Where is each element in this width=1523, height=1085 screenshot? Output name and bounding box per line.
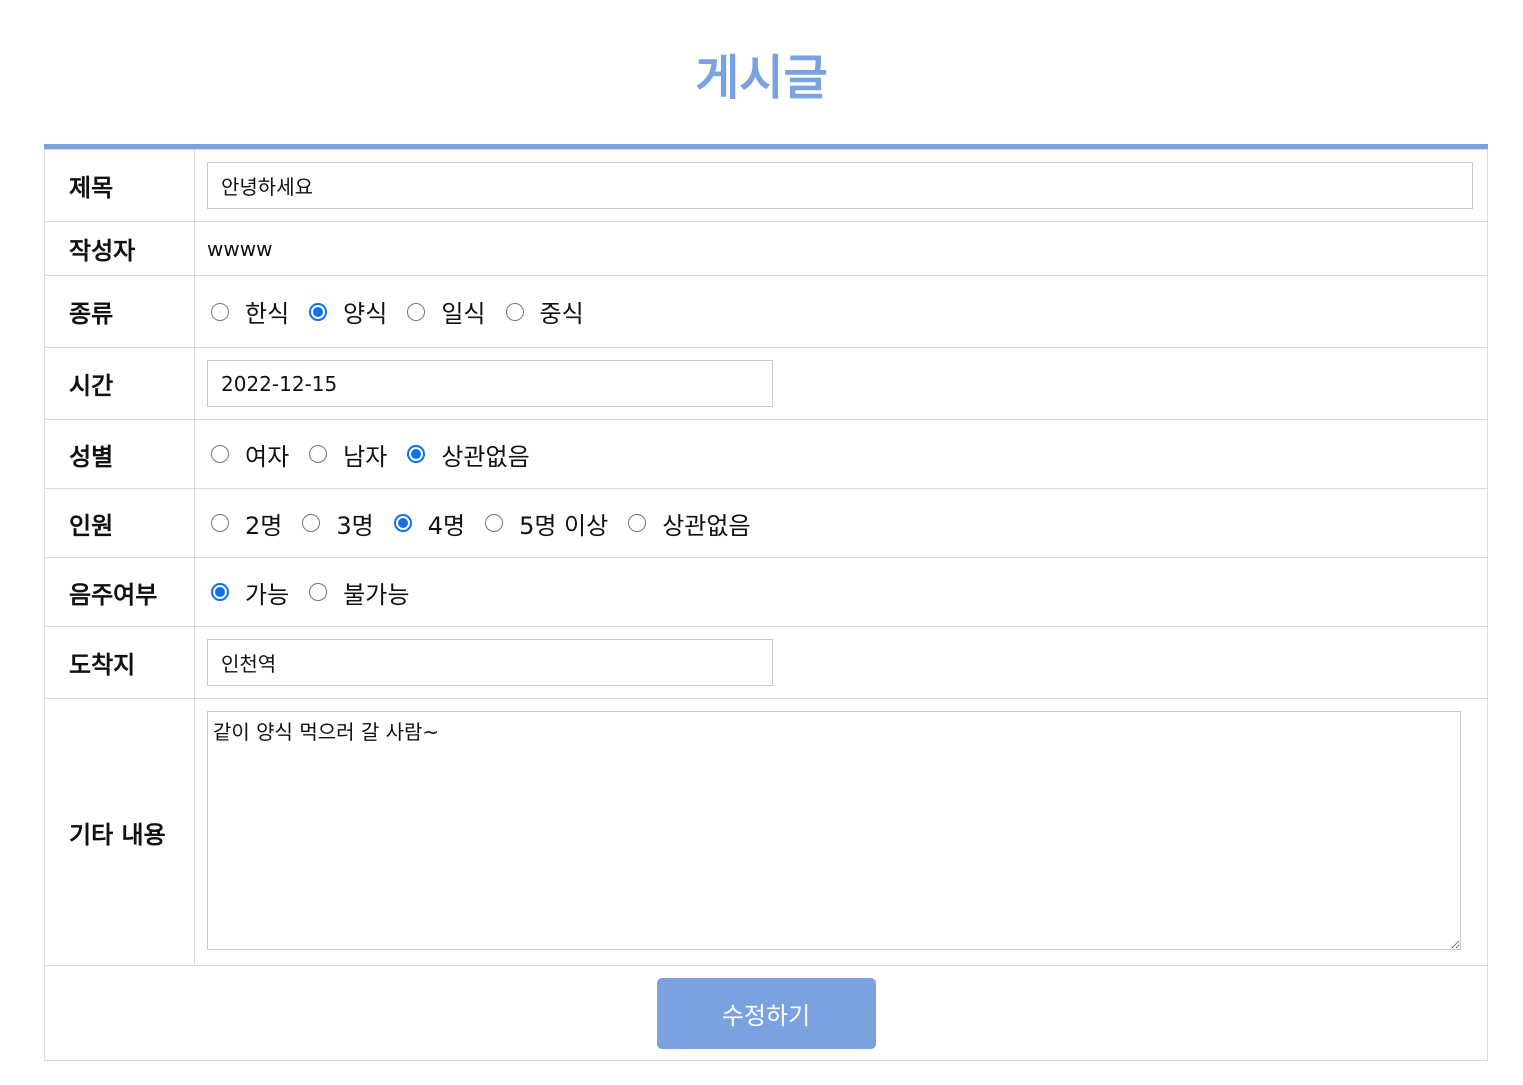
row-memo: 기타 내용 같이 양식 먹으러 갈 사람~	[44, 698, 1488, 966]
page-title: 게시글	[695, 50, 828, 106]
row-gender: 성별 여자 남자 상관없음	[44, 419, 1488, 489]
gender-option-label: 남자	[343, 442, 388, 471]
category-cell: 한식 양식 일식 중식	[194, 275, 1488, 348]
row-drinking: 음주여부 가능 불가능	[44, 557, 1488, 627]
author-value: wwww	[207, 236, 273, 261]
gender-option[interactable]: 남자	[305, 437, 387, 472]
people-option[interactable]: 5명 이상	[481, 506, 608, 541]
row-submit: 수정하기	[44, 965, 1488, 1061]
gender-cell: 여자 남자 상관없음	[194, 419, 1488, 489]
category-option[interactable]: 중식	[502, 294, 584, 329]
people-radio[interactable]	[628, 514, 647, 532]
category-label: 종류	[44, 275, 195, 348]
gender-radio[interactable]	[309, 445, 328, 463]
people-radio-group: 2명 3명 4명 5명 이상 상관없음	[207, 506, 1475, 541]
drinking-label: 음주여부	[44, 557, 195, 627]
author-label: 작성자	[44, 221, 195, 276]
people-option[interactable]: 4명	[390, 506, 465, 541]
people-option-label: 5명 이상	[519, 511, 609, 540]
destination-input[interactable]	[207, 639, 773, 686]
category-radio[interactable]	[309, 302, 328, 321]
time-cell	[194, 347, 1488, 420]
post-form-table: 제목 작성자 wwww 종류 한식양식일식중식 시간 성별 여	[44, 149, 1488, 1061]
category-option[interactable]: 일식	[403, 294, 486, 329]
category-option[interactable]: 양식	[305, 294, 387, 329]
memo-label: 기타 내용	[44, 698, 195, 966]
category-radio[interactable]	[211, 302, 229, 321]
row-destination: 도착지	[44, 626, 1488, 699]
title-input[interactable]	[207, 162, 1473, 209]
row-author: 작성자 wwww	[44, 221, 1488, 276]
category-radio[interactable]	[407, 302, 426, 321]
row-people: 인원 2명 3명 4명 5명 이상 상관없음	[44, 488, 1488, 558]
people-radio[interactable]	[302, 514, 321, 532]
category-option-label: 한식	[245, 300, 290, 328]
row-title: 제목	[44, 149, 1488, 222]
drinking-radio[interactable]	[211, 583, 229, 601]
people-cell: 2명 3명 4명 5명 이상 상관없음	[194, 488, 1488, 558]
gender-radio-group: 여자 남자 상관없음	[207, 437, 1475, 472]
people-option[interactable]: 3명	[298, 506, 374, 541]
drinking-option-label: 불가능	[343, 580, 410, 609]
people-option-label: 상관없음	[662, 511, 751, 540]
gender-label: 성별	[44, 419, 195, 489]
category-radio[interactable]	[505, 302, 524, 321]
submit-cell: 수정하기	[44, 965, 1488, 1061]
people-option[interactable]: 2명	[207, 506, 282, 541]
category-option-label: 양식	[343, 300, 388, 328]
drinking-radio[interactable]	[309, 583, 328, 601]
row-category: 종류 한식 양식 일식 중식	[44, 275, 1488, 348]
people-option[interactable]: 상관없음	[624, 506, 751, 541]
gender-radio[interactable]	[407, 445, 426, 463]
time-input[interactable]	[207, 360, 773, 407]
author-cell: wwww	[194, 221, 1488, 276]
memo-textarea[interactable]: 같이 양식 먹으러 갈 사람~	[207, 710, 1461, 950]
drinking-radio-group: 가능 불가능	[207, 575, 1475, 610]
edit-submit-button[interactable]: 수정하기	[656, 977, 876, 1049]
people-option-label: 4명	[427, 511, 466, 540]
title-label: 제목	[44, 149, 195, 222]
gender-option[interactable]: 상관없음	[403, 437, 530, 472]
category-option[interactable]: 한식	[207, 294, 289, 329]
drinking-cell: 가능 불가능	[194, 557, 1488, 627]
gender-option-label: 상관없음	[441, 442, 530, 471]
row-time: 시간	[44, 347, 1488, 420]
gender-radio[interactable]	[211, 445, 229, 463]
people-option-label: 3명	[336, 511, 374, 540]
memo-cell: 같이 양식 먹으러 갈 사람~	[194, 698, 1488, 966]
gender-option-label: 여자	[245, 442, 290, 471]
destination-cell	[194, 626, 1488, 699]
people-radio[interactable]	[485, 514, 504, 532]
people-option-label: 2명	[245, 511, 283, 540]
drinking-option-label: 가능	[245, 580, 290, 609]
post-form: 제목 작성자 wwww 종류 한식양식일식중식 시간 성별 여	[44, 144, 1488, 1061]
people-radio[interactable]	[211, 514, 229, 532]
time-label: 시간	[44, 347, 195, 420]
category-option-label: 중식	[539, 300, 584, 328]
drinking-option[interactable]: 불가능	[305, 575, 409, 610]
category-option-label: 일식	[441, 300, 486, 328]
category-radio-group: 한식 양식 일식 중식	[207, 294, 1475, 329]
title-cell	[194, 149, 1488, 222]
destination-label: 도착지	[44, 626, 195, 699]
drinking-option[interactable]: 가능	[207, 575, 289, 610]
people-radio[interactable]	[393, 514, 412, 532]
people-label: 인원	[44, 488, 195, 558]
gender-option[interactable]: 여자	[207, 437, 289, 472]
